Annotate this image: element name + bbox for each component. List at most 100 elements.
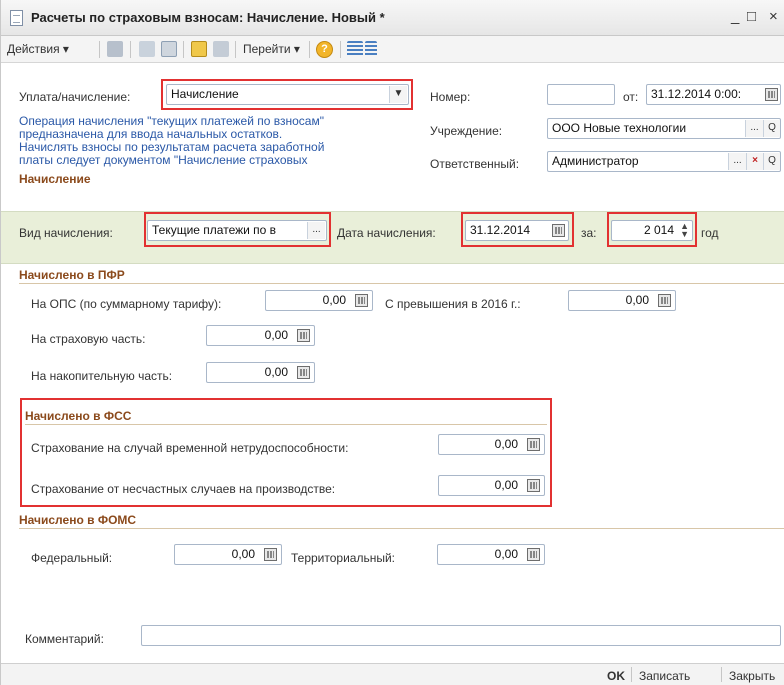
payment-type-value: Начисление — [171, 87, 239, 101]
pfr-section-title: Начислено в ПФР — [19, 268, 125, 282]
territorial-amount-value: 0,00 — [494, 547, 518, 561]
temp-disability-value: 0,00 — [494, 437, 518, 451]
accrual-date-label: Дата начисления: — [337, 226, 436, 240]
info-text: Операция начисления "текущих платежей по… — [19, 115, 324, 167]
toolbar-separator — [235, 41, 236, 58]
accrual-type-label: Вид начисления: — [19, 226, 113, 240]
responsible-field[interactable]: Администратор ... × Q — [547, 151, 781, 172]
responsible-value: Администратор — [552, 154, 639, 168]
responsible-label: Ответственный: — [430, 157, 520, 171]
clear-icon[interactable]: × — [746, 153, 763, 170]
maximize-button[interactable]: □ — [747, 8, 756, 25]
payment-type-select[interactable]: Начисление ▼ — [166, 84, 409, 105]
toolbar-separator — [183, 41, 184, 58]
territorial-label: Территориальный: — [291, 551, 396, 565]
fill-icon[interactable] — [191, 41, 207, 57]
temp-disability-label: Страхование на случай временной нетрудос… — [31, 441, 349, 455]
stepper-arrows-icon[interactable]: ▲ ▼ — [680, 222, 689, 239]
calculator-icon[interactable] — [527, 479, 540, 492]
insurance-part-input[interactable]: 0,00 — [206, 325, 315, 346]
calculator-icon[interactable] — [297, 366, 310, 379]
toolbar-separator — [340, 41, 341, 58]
excess-amount-input[interactable]: 0,00 — [568, 290, 676, 311]
document-date-input[interactable]: 31.12.2014 0:00: — [646, 84, 781, 105]
structure-icon[interactable] — [365, 41, 377, 57]
year-suffix: год — [701, 226, 719, 240]
calendar-icon[interactable] — [552, 224, 565, 237]
calculator-icon[interactable] — [297, 329, 310, 342]
ops-label: На ОПС (по суммарному тарифу): — [31, 297, 222, 311]
excess-amount-value: 0,00 — [625, 293, 649, 307]
chevron-down-icon[interactable]: ▼ — [389, 86, 407, 103]
document-window: Расчеты по страховым взносам: Начисление… — [0, 0, 784, 685]
footer-bar: OK Записать Закрыть — [1, 663, 784, 685]
document-icon — [10, 10, 23, 26]
foms-section-title: Начислено в ФОМС — [19, 513, 137, 527]
funded-part-input[interactable]: 0,00 — [206, 362, 315, 383]
calculator-icon[interactable] — [527, 438, 540, 451]
toolbar-separator — [309, 41, 310, 58]
select-icon[interactable]: ... — [307, 222, 325, 239]
search-icon[interactable]: Q — [763, 153, 780, 170]
insurance-part-value: 0,00 — [264, 328, 288, 342]
territorial-amount-input[interactable]: 0,00 — [437, 544, 545, 565]
toolbar-separator — [130, 41, 131, 58]
number-label: Номер: — [430, 90, 471, 104]
calendar-icon[interactable] — [765, 88, 778, 101]
close-window-button[interactable]: × — [769, 8, 778, 25]
comment-input[interactable] — [141, 625, 781, 646]
help-icon[interactable]: ? — [316, 41, 333, 58]
section-divider — [19, 283, 784, 284]
print-icon[interactable] — [213, 41, 229, 57]
select-icon[interactable]: ... — [728, 153, 746, 170]
accident-value: 0,00 — [494, 478, 518, 492]
actions-menu[interactable]: Действия ▾ — [7, 42, 69, 56]
number-input[interactable] — [547, 84, 615, 105]
accrual-type-field[interactable]: Текущие платежи по в ... — [147, 220, 327, 241]
goto-menu[interactable]: Перейти ▾ — [243, 42, 300, 56]
calculator-icon[interactable] — [527, 548, 540, 561]
org-label: Учреждение: — [430, 124, 503, 138]
excess-label: С превышения в 2016 г.: — [385, 297, 521, 311]
calculator-icon[interactable] — [658, 294, 671, 307]
ops-amount-input[interactable]: 0,00 — [265, 290, 373, 311]
organization-field[interactable]: ООО Новые технологии ... Q — [547, 118, 781, 139]
ok-button[interactable]: OK — [607, 669, 625, 683]
calculator-icon[interactable] — [264, 548, 277, 561]
list-icon[interactable] — [347, 41, 363, 57]
calculator-icon[interactable] — [355, 294, 368, 307]
for-label: за: — [581, 226, 597, 240]
section-divider — [19, 528, 784, 529]
year-stepper[interactable]: 2 014 ▲ ▼ — [611, 220, 693, 241]
info-line: платы следует документом "Начисление стр… — [19, 153, 308, 167]
federal-amount-input[interactable]: 0,00 — [174, 544, 282, 565]
footer-separator — [631, 667, 632, 682]
accident-label: Страхование от несчастных случаев на про… — [31, 482, 336, 496]
minimize-button[interactable]: _ — [731, 8, 739, 25]
accrual-date-input[interactable]: 31.12.2014 — [465, 220, 569, 241]
accrual-type-value: Текущие платежи по в — [152, 223, 277, 237]
window-title: Расчеты по страховым взносам: Начисление… — [31, 10, 385, 25]
search-icon[interactable]: Q — [763, 120, 780, 137]
comment-label: Комментарий: — [25, 632, 104, 646]
select-icon[interactable]: ... — [745, 120, 763, 137]
accrual-date-value: 31.12.2014 — [470, 223, 531, 237]
year-value: 2 014 — [643, 223, 674, 237]
copy-icon[interactable] — [139, 41, 155, 57]
accident-input[interactable]: 0,00 — [438, 475, 545, 496]
federal-amount-value: 0,00 — [231, 547, 255, 561]
accrual-section-title: Начисление — [19, 172, 91, 186]
post-icon[interactable] — [107, 41, 123, 57]
insurance-part-label: На страховую часть: — [31, 332, 146, 346]
fss-section-title: Начислено в ФСС — [25, 409, 132, 423]
save-button[interactable]: Записать — [639, 669, 690, 683]
funded-part-value: 0,00 — [264, 365, 288, 379]
new-document-icon[interactable] — [161, 41, 177, 57]
funded-part-label: На накопительную часть: — [31, 369, 173, 383]
title-bar: Расчеты по страховым взносам: Начисление… — [1, 0, 784, 36]
close-button[interactable]: Закрыть — [729, 669, 775, 683]
temp-disability-input[interactable]: 0,00 — [438, 434, 545, 455]
section-divider — [25, 424, 547, 425]
payment-label: Уплата/начисление: — [19, 90, 131, 104]
ops-amount-value: 0,00 — [322, 293, 346, 307]
